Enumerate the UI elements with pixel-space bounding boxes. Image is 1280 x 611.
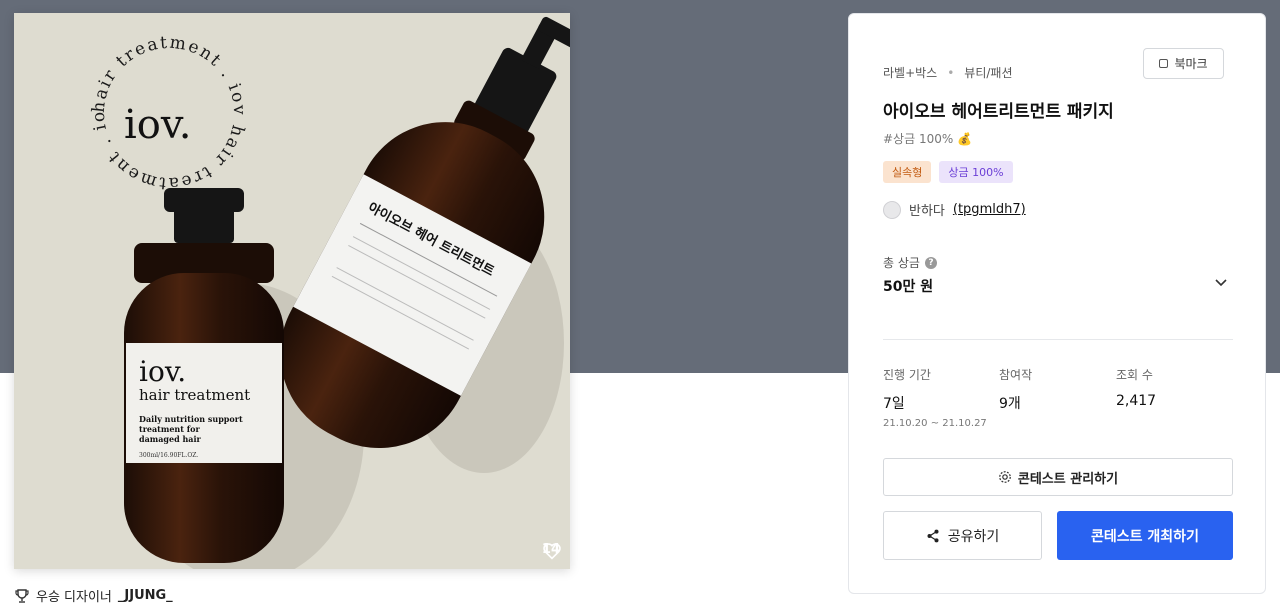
like-counter[interactable]: 14 [542, 542, 561, 560]
winner-name[interactable]: _JJUNG_ [118, 588, 173, 603]
bookmark-icon [1159, 59, 1169, 68]
bottle-illustration: hair treatment . iov hair treatment . io… [14, 13, 570, 569]
winner-label: 우승 디자이너 [36, 590, 112, 605]
separator-dot: • [947, 65, 955, 80]
gear-icon [999, 471, 1011, 483]
prize-label-row: 총 상금 ? [883, 254, 937, 271]
host-name: 반하다 [909, 204, 945, 219]
avatar [883, 200, 901, 219]
stat-period-label: 진행 기간 [883, 368, 931, 382]
stat-views: 조회 수 2,417 [1116, 366, 1156, 409]
stat-entries: 참여작 9개 [999, 366, 1032, 413]
bookmark-button[interactable]: 북마크 [1143, 48, 1224, 79]
share-label: 공유하기 [947, 528, 1000, 545]
stat-entries-value: 9개 [999, 396, 1021, 412]
heart-icon [543, 543, 561, 560]
host-contest-button[interactable]: 콘테스트 개최하기 [1057, 511, 1233, 560]
manage-contest-button[interactable]: 콘테스트 관리하기 [883, 458, 1233, 496]
chevron-down-icon[interactable] [1213, 274, 1229, 290]
circle-logo: iov. [124, 102, 191, 148]
hashtag[interactable]: #상금 100% 💰 [883, 130, 972, 147]
category-breadcrumb: 라벨+박스 • 뷰티/패션 [883, 64, 1013, 81]
host-info: 반하다 (tpgmldh7) [883, 200, 1026, 219]
divider [883, 339, 1233, 340]
tag-value: 실속형 [883, 161, 932, 183]
help-icon[interactable]: ? [924, 256, 937, 269]
svg-text:hair treatment: hair treatment [139, 386, 250, 404]
winner-designer: 우승 디자이너 _JJUNG_ [14, 586, 173, 605]
svg-text:Daily nutrition support: Daily nutrition support [139, 414, 243, 424]
stat-entries-label: 참여작 [999, 368, 1033, 382]
host-id-link[interactable]: (tpgmldh7) [953, 202, 1026, 217]
trophy-icon [15, 588, 29, 603]
stat-views-label: 조회 수 [1116, 368, 1153, 382]
category-2[interactable]: 뷰티/패션 [964, 64, 1012, 81]
stat-period: 진행 기간 7일 21.10.20 ~ 21.10.27 [883, 366, 987, 429]
stat-period-value: 7일 [883, 396, 905, 412]
product-image[interactable]: hair treatment . iov hair treatment . io… [14, 13, 570, 569]
prize-label: 총 상금 [883, 256, 920, 270]
share-icon [927, 529, 939, 542]
prize-value: 50만 원 [883, 279, 934, 295]
share-button[interactable]: 공유하기 [883, 511, 1042, 560]
tag-list: 실속형 상금 100% [883, 161, 1013, 183]
svg-text:300ml/16.90FL.OZ.: 300ml/16.90FL.OZ. [139, 452, 198, 459]
contest-info-panel: 라벨+박스 • 뷰티/패션 북마크 아이오브 헤어트리트먼트 패키지 #상금 1… [848, 13, 1266, 594]
stat-period-dates: 21.10.20 ~ 21.10.27 [883, 418, 987, 429]
contest-title: 아이오브 헤어트리트먼트 패키지 [883, 102, 1114, 122]
svg-text:damaged hair: damaged hair [139, 434, 202, 444]
manage-contest-label: 콘테스트 관리하기 [1017, 471, 1119, 487]
bookmark-label: 북마크 [1174, 57, 1208, 71]
tag-prize: 상금 100% [939, 161, 1013, 183]
category-1[interactable]: 라벨+박스 [883, 64, 937, 81]
host-contest-label: 콘테스트 개최하기 [1091, 528, 1199, 545]
svg-text:iov.: iov. [139, 355, 186, 388]
stat-views-value: 2,417 [1116, 393, 1157, 409]
svg-text:treatment for: treatment for [139, 424, 201, 434]
